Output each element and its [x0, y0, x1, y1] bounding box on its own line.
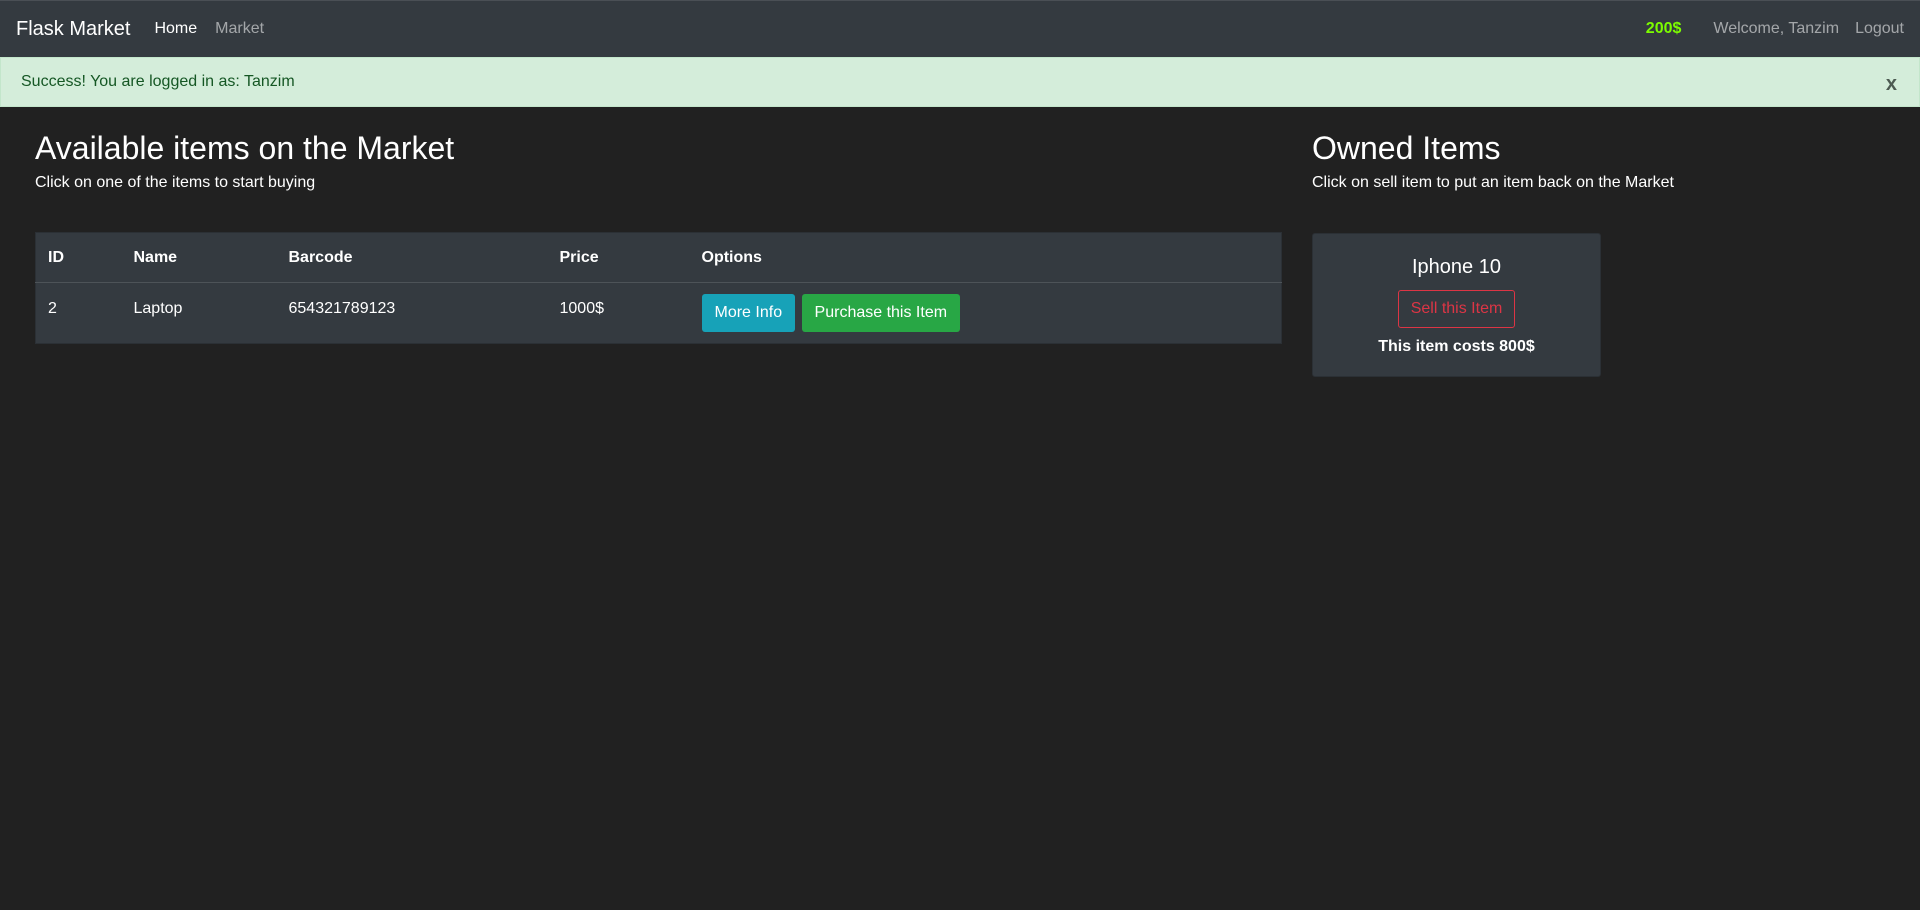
column-header-options: Options [689, 232, 1282, 283]
brand-link[interactable]: Flask Market [16, 18, 130, 41]
column-header-id: ID [35, 232, 122, 283]
logout-link[interactable]: Logout [1855, 20, 1904, 38]
budget-display: 200$ [1645, 20, 1682, 37]
table-header-row: ID Name Barcode Price Options [35, 232, 1282, 283]
nav-market-link[interactable]: Market [215, 20, 264, 38]
cell-barcode: 654321789123 [288, 300, 396, 317]
nav-home-link[interactable]: Home [154, 20, 197, 38]
table-row: 2 Laptop 654321789123 1000$ More Info Pu… [36, 283, 1282, 344]
cell-price: 1000$ [559, 300, 605, 317]
navbar: Flask Market Home Market 200$ Welcome, T… [0, 0, 1920, 57]
column-header-barcode: Barcode [276, 232, 548, 283]
column-header-name: Name [121, 232, 277, 283]
cell-id: 2 [48, 300, 57, 317]
owned-section: Owned Items Click on sell item to put an… [1312, 128, 1872, 377]
column-header-price: Price [547, 232, 690, 283]
market-subtitle: Click on one of the items to start buyin… [35, 174, 316, 191]
alert-close-button[interactable]: x [1886, 73, 1897, 96]
success-alert: Success! You are logged in as: Tanzim x [0, 57, 1920, 107]
owned-item-card: Iphone 10 Sell this Item This item costs… [1312, 233, 1601, 377]
sell-button[interactable]: Sell this Item [1397, 290, 1516, 328]
alert-message: Success! You are logged in as: Tanzim [21, 73, 295, 90]
cell-name: Laptop [133, 300, 183, 317]
welcome-link[interactable]: Welcome, Tanzim [1713, 20, 1839, 38]
cell-options: More Info Purchase this Item [690, 283, 1282, 344]
market-table: ID Name Barcode Price Options 2 Laptop 6… [35, 232, 1282, 344]
purchase-button[interactable]: Purchase this Item [801, 294, 961, 332]
navbar-right: 200$ Welcome, Tanzim Logout [1646, 20, 1904, 38]
market-title: Available items on the Market [35, 130, 455, 166]
owned-item-cost: This item costs 800$ [1378, 338, 1535, 355]
owned-title: Owned Items [1312, 130, 1501, 166]
owned-subtitle: Click on sell item to put an item back o… [1312, 174, 1674, 191]
more-info-button[interactable]: More Info [701, 294, 796, 332]
owned-item-name: Iphone 10 [1412, 256, 1501, 278]
market-section: Available items on the Market Click on o… [35, 128, 1282, 344]
